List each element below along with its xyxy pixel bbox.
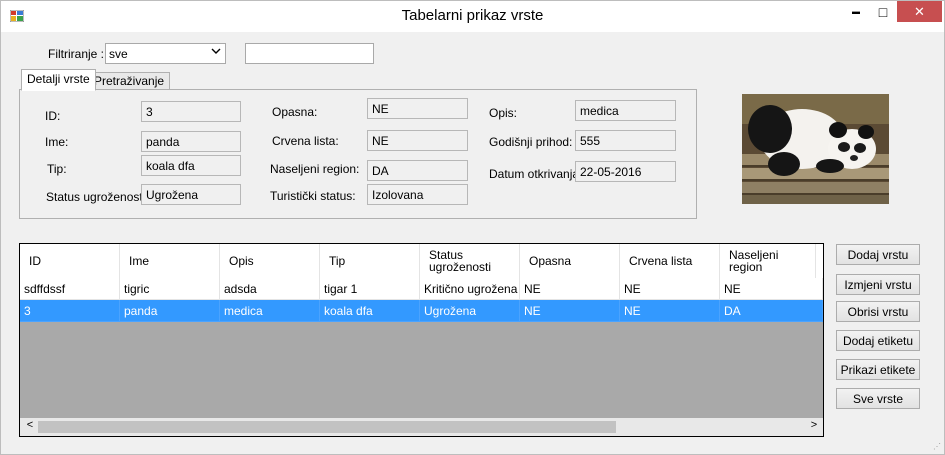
table-cell[interactable]: adsda: [220, 278, 320, 300]
edit-species-button[interactable]: Izmjeni vrstu: [836, 274, 920, 295]
turisticki-status-field: Izolovana: [367, 184, 468, 205]
status-label: Status ugroženosti:: [46, 190, 149, 204]
table-cell[interactable]: panda: [120, 300, 220, 322]
table-cell[interactable]: Kritično ugrožena: [420, 278, 520, 300]
table-cell[interactable]: NE: [720, 278, 823, 300]
table-cell[interactable]: NE: [620, 300, 720, 322]
ime-field: panda: [141, 131, 241, 152]
add-label-button[interactable]: Dodaj etiketu: [836, 330, 920, 351]
table-cell[interactable]: DA: [720, 300, 823, 322]
table-cell[interactable]: koala dfa: [320, 300, 420, 322]
species-photo: [742, 94, 889, 204]
maximize-button[interactable]: □: [869, 1, 897, 22]
prihod-field: 555: [575, 130, 676, 151]
id-label: ID:: [45, 109, 61, 123]
show-labels-button[interactable]: Prikazi etikete: [836, 359, 920, 380]
column-header-opis[interactable]: Opis: [220, 244, 320, 278]
delete-species-button[interactable]: Obrisi vrstu: [836, 301, 920, 322]
filter-label: Filtriranje :: [48, 47, 105, 61]
column-header-id[interactable]: ID: [20, 244, 120, 278]
table-row-selected[interactable]: 3 panda medica koala dfa Ugrožena NE NE …: [20, 300, 823, 322]
opis-label: Opis:: [489, 106, 518, 120]
table-cell[interactable]: NE: [520, 300, 620, 322]
tip-label: Tip:: [47, 162, 67, 176]
naseljeni-region-label: Naseljeni region:: [270, 162, 360, 176]
maximize-icon: □: [878, 3, 888, 20]
resize-grip-icon[interactable]: ⋰: [933, 442, 941, 451]
horizontal-scrollbar[interactable]: < >: [20, 418, 823, 436]
column-header-status[interactable]: Status ugroženosti: [420, 244, 520, 278]
column-header-ime[interactable]: Ime: [120, 244, 220, 278]
table-cell[interactable]: NE: [620, 278, 720, 300]
tab-detalji-vrste[interactable]: Detalji vrste: [21, 69, 96, 91]
id-field: 3: [141, 101, 241, 122]
table-cell[interactable]: tigar 1: [320, 278, 420, 300]
search-input[interactable]: [245, 43, 374, 64]
naseljeni-region-field: DA: [367, 160, 468, 181]
scroll-left-icon[interactable]: <: [22, 419, 38, 435]
filter-combo[interactable]: sve: [105, 43, 226, 64]
close-button[interactable]: ✕: [897, 1, 942, 22]
column-header-crvena-lista[interactable]: Crvena lista: [620, 244, 720, 278]
filter-combo-value: sve: [109, 47, 128, 61]
chevron-down-icon: [211, 47, 221, 58]
crvena-lista-field: NE: [367, 130, 468, 151]
window-title: Tabelarni prikaz vrste: [401, 7, 544, 24]
opasna-label: Opasna:: [272, 105, 318, 119]
table-cell[interactable]: sdffdssf: [20, 278, 120, 300]
main-window: Tabelarni prikaz vrste ▬ □ ✕ Filtriranje…: [0, 0, 945, 455]
tip-field: koala dfa: [141, 155, 241, 176]
table-cell[interactable]: NE: [520, 278, 620, 300]
column-header-tip[interactable]: Tip: [320, 244, 420, 278]
column-header-opasna[interactable]: Opasna: [520, 244, 620, 278]
table-cell[interactable]: Ugrožena: [420, 300, 520, 322]
prihod-label: Godišnji prihod:: [489, 135, 573, 149]
datum-field: 22-05-2016: [575, 161, 676, 182]
all-species-button[interactable]: Sve vrste: [836, 388, 920, 409]
table-cell[interactable]: tigric: [120, 278, 220, 300]
table-cell[interactable]: medica: [220, 300, 320, 322]
turisticki-status-label: Turistički status:: [270, 189, 356, 203]
status-field: Ugrožena: [141, 184, 241, 205]
datum-label: Datum otkrivanja:: [489, 167, 583, 181]
minimize-button[interactable]: ▬: [842, 1, 870, 22]
minimize-icon: ▬: [852, 7, 860, 16]
title-bar[interactable]: Tabelarni prikaz vrste ▬ □ ✕: [1, 1, 944, 32]
tab-pretrazivanje[interactable]: Pretraživanje: [88, 72, 171, 90]
opasna-field: NE: [367, 98, 468, 119]
table-row[interactable]: sdffdssf tigric adsda tigar 1 Kritično u…: [20, 278, 823, 300]
table-header: ID Ime Opis Tip Status ugroženosti Opasn…: [20, 244, 823, 278]
crvena-lista-label: Crvena lista:: [272, 134, 339, 148]
close-icon: ✕: [914, 3, 925, 19]
column-header-naseljeni-region[interactable]: Naseljeni region: [720, 244, 816, 278]
species-table[interactable]: ID Ime Opis Tip Status ugroženosti Opasn…: [19, 243, 824, 437]
scrollbar-thumb[interactable]: [38, 421, 616, 433]
scroll-right-icon[interactable]: >: [806, 419, 822, 435]
opis-field: medica: [575, 100, 676, 121]
table-cell[interactable]: 3: [20, 300, 120, 322]
add-species-button[interactable]: Dodaj vrstu: [836, 244, 920, 265]
ime-label: Ime:: [45, 135, 69, 149]
